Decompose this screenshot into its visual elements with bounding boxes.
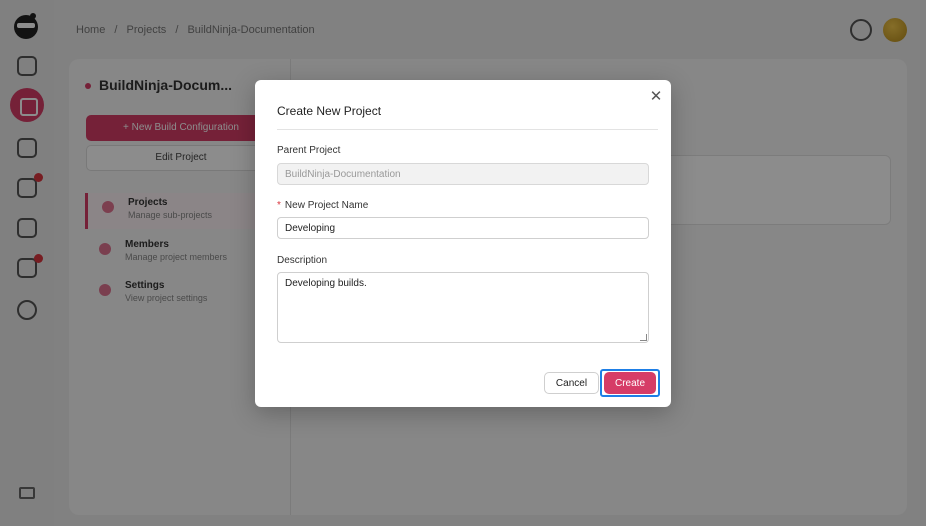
description-label: Description [277,255,328,266]
description-textarea[interactable]: Developing builds. [277,272,649,343]
project-name-label: * New Project Name [277,200,368,211]
parent-project-field [277,163,649,185]
divider [277,129,658,130]
project-name-input[interactable] [277,217,649,239]
close-icon[interactable]: ✕ [648,89,664,105]
parent-project-label: Parent Project [277,145,341,156]
dialog-title: Create New Project [277,104,382,118]
create-button-focus-ring: Create [600,369,660,397]
resize-handle-icon[interactable] [640,334,647,341]
create-project-dialog: Create New Project ✕ Parent Project *New… [255,80,671,407]
cancel-button[interactable]: Cancel [544,372,599,394]
create-button[interactable]: Create [604,372,656,394]
required-mark: * [277,200,281,211]
project-name-label-text: New Project Name [284,200,369,211]
